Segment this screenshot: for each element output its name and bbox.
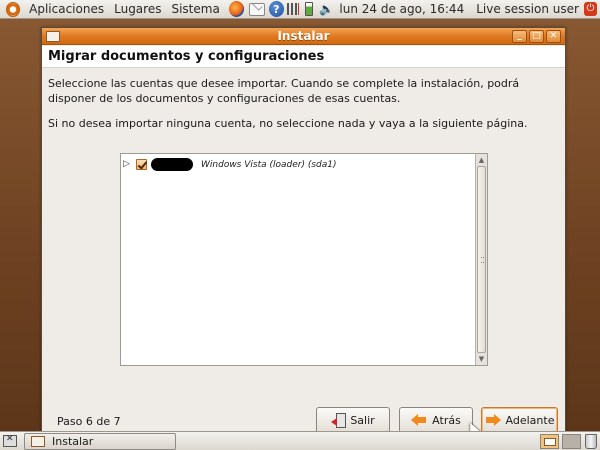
- list-scrollbar[interactable]: ▲ ▼: [475, 154, 487, 365]
- mail-icon[interactable]: [248, 2, 265, 16]
- window-controls: _ □ ✕: [512, 30, 561, 43]
- firefox-icon[interactable]: [228, 1, 244, 17]
- volume-icon[interactable]: 🔈: [319, 2, 334, 16]
- power-icon[interactable]: ⏻: [583, 2, 598, 16]
- window-title: Instalar: [277, 29, 330, 43]
- help-icon[interactable]: ?: [268, 1, 284, 17]
- installer-task-icon: [31, 436, 45, 447]
- arrow-right-icon: [485, 414, 501, 426]
- back-button[interactable]: Atrás: [399, 407, 473, 433]
- battery-icon[interactable]: [304, 2, 314, 16]
- account-checkbox[interactable]: [136, 159, 147, 170]
- page-header: Migrar documentos y configuraciones: [42, 46, 565, 68]
- list-item[interactable]: ▷ Windows Vista (loader) (sda1): [123, 157, 337, 172]
- quit-icon: [331, 413, 347, 428]
- scroll-up-arrow-icon[interactable]: ▲: [477, 155, 486, 165]
- instructions-text: Seleccione las cuentas que desee importa…: [48, 77, 520, 105]
- bottom-panel: Instalar: [0, 431, 600, 450]
- page-title: Migrar documentos y configuraciones: [48, 49, 325, 64]
- maximize-button[interactable]: □: [529, 30, 544, 43]
- forward-button[interactable]: Adelante: [481, 407, 558, 433]
- ubuntu-logo-icon[interactable]: [6, 1, 21, 17]
- show-desktop-icon[interactable]: [3, 434, 17, 447]
- workspace-1[interactable]: [540, 434, 559, 449]
- quit-button-label: Salir: [350, 413, 375, 427]
- scroll-down-arrow-icon[interactable]: ▼: [477, 354, 486, 364]
- top-panel: Aplicaciones Lugares Sistema ? 🔈 lun 24 …: [0, 0, 600, 19]
- accounts-list[interactable]: ▷ Windows Vista (loader) (sda1) ▲ ▼: [120, 153, 488, 366]
- installer-window: Instalar _ □ ✕ Migrar documentos y confi…: [41, 27, 566, 437]
- scrollbar-thumb[interactable]: [477, 166, 486, 353]
- taskbar-item-label: Instalar: [52, 435, 94, 448]
- expander-arrow-icon[interactable]: ▷: [123, 157, 133, 172]
- taskbar-item-instalar[interactable]: Instalar: [24, 433, 176, 450]
- menu-sistema[interactable]: Sistema: [166, 2, 224, 16]
- minimize-button[interactable]: _: [512, 30, 527, 43]
- window-titlebar[interactable]: Instalar _ □ ✕: [42, 28, 565, 45]
- quit-button[interactable]: Salir: [316, 407, 390, 433]
- network-icon[interactable]: [286, 3, 299, 15]
- menu-lugares[interactable]: Lugares: [109, 2, 166, 16]
- step-indicator: Paso 6 de 7: [57, 415, 121, 428]
- trash-icon[interactable]: [585, 434, 597, 449]
- clock[interactable]: lun 24 de ago, 16:44: [336, 2, 472, 16]
- back-button-label: Atrás: [432, 413, 461, 427]
- menu-aplicaciones[interactable]: Aplicaciones: [24, 2, 109, 16]
- close-button[interactable]: ✕: [546, 30, 561, 43]
- grip-icon: [481, 257, 484, 263]
- session-user[interactable]: Live session user: [472, 2, 583, 16]
- account-label: Windows Vista (loader) (sda1): [201, 159, 337, 170]
- workspace-2[interactable]: [562, 434, 581, 449]
- arrow-left-icon: [411, 414, 427, 426]
- redacted-username: [151, 158, 193, 171]
- skip-hint-text: Si no desea importar ninguna cuenta, no …: [48, 117, 528, 130]
- forward-button-label: Adelante: [505, 413, 555, 427]
